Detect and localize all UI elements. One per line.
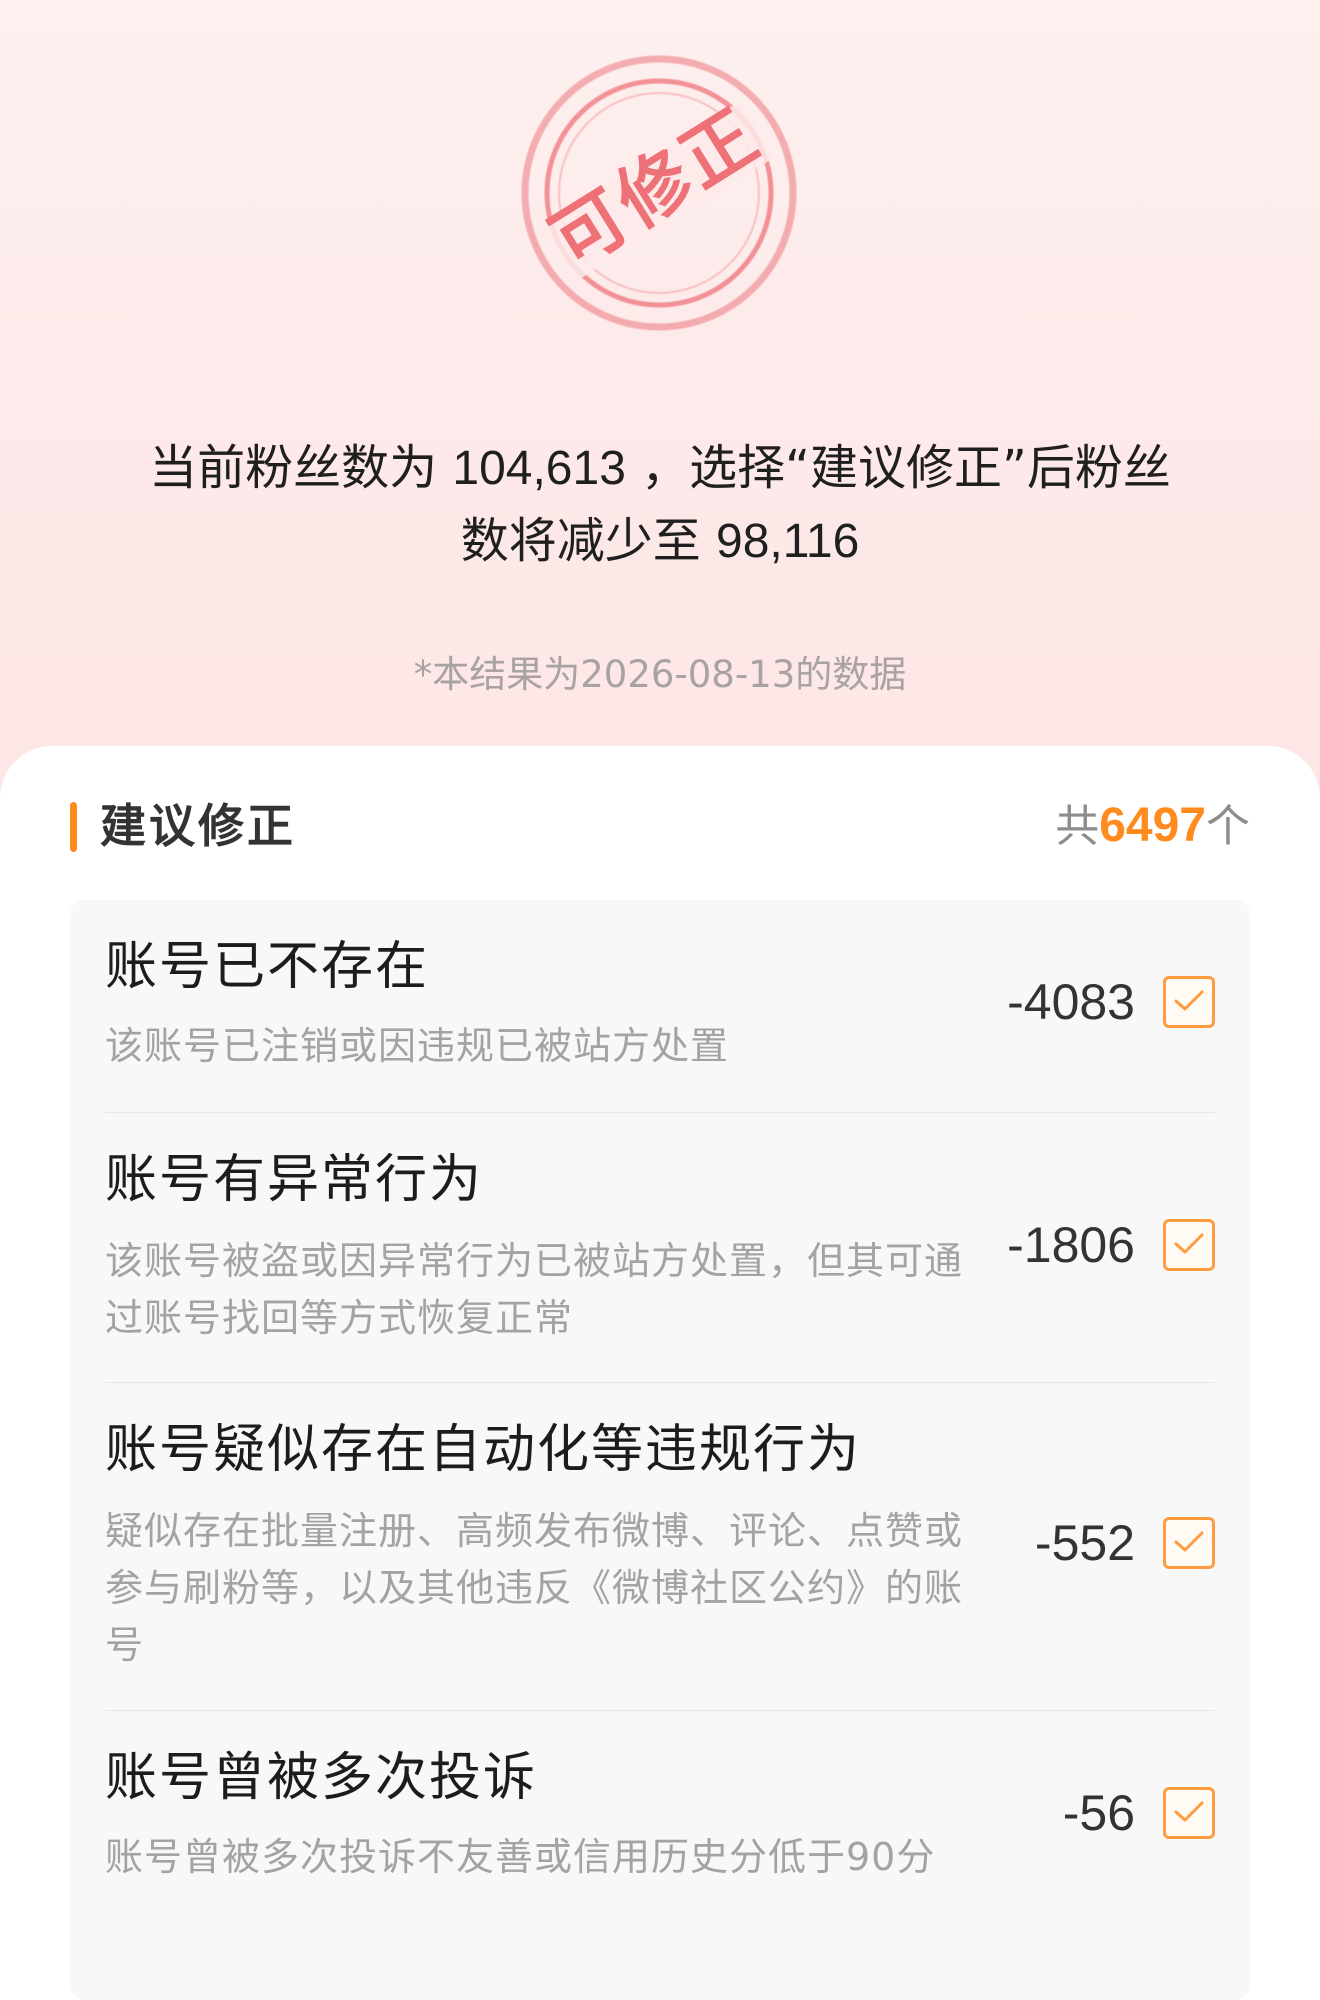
summary-label-2: ，选择“建议修正”后粉丝 (641, 440, 1171, 496)
correction-list: 账号已不存在 该账号已注销或因违规已被站方处置 -4083 账号有异常行为 该账… (70, 900, 1250, 2000)
check-icon (1174, 1531, 1204, 1552)
fans-summary: 当前粉丝数为 104,613 ，选择“建议修正”后粉丝 数将减少至 98,116 (60, 432, 1260, 578)
resulting-fans-count: 98,116 (716, 515, 860, 568)
item-desc: 该账号被盗或因异常行为已被站方处置，但其可通过账号找回等方式恢复正常 (105, 1239, 964, 1340)
section-title: 建议修正 (100, 799, 296, 853)
item-checkbox[interactable] (1163, 1517, 1215, 1569)
list-item: 账号已不存在 该账号已注销或因违规已被站方处置 -4083 (105, 900, 1215, 1112)
list-item: 账号有异常行为 该账号被盗或因异常行为已被站方处置，但其可通过账号找回等方式恢复… (105, 1112, 1215, 1383)
accent-bar (70, 802, 77, 852)
total-suffix: 个 (1206, 801, 1250, 852)
section-header: 建议修正 共6497个 (70, 746, 1250, 908)
item-value: -4083 (1007, 974, 1135, 1030)
item-title: 账号疑似存在自动化等违规行为 (105, 1420, 862, 1480)
list-item: 账号疑似存在自动化等违规行为 疑似存在批量注册、高频发布微博、评论、点赞或参与刷… (105, 1382, 1215, 1711)
item-title: 账号曾被多次投诉 (105, 1748, 538, 1808)
summary-label: 当前粉丝数为 (149, 440, 438, 496)
correction-card: 建议修正 共6497个 账号已不存在 该账号已注销或因违规已被站方处置 -408… (0, 746, 1320, 2000)
data-date-note: *本结果为2026-08-13的数据 (413, 653, 907, 696)
current-fans-count: 104,613 (452, 442, 626, 495)
item-checkbox[interactable] (1163, 1787, 1215, 1839)
item-value: -552 (1034, 1515, 1135, 1571)
correctable-stamp: 可修正 (521, 55, 797, 331)
item-desc: 账号曾被多次投诉不友善或信用历史分低于90分 (105, 1835, 936, 1879)
total-prefix: 共 (1055, 801, 1100, 852)
item-checkbox[interactable] (1163, 1219, 1215, 1271)
item-desc: 该账号已注销或因违规已被站方处置 (105, 1024, 730, 1068)
item-title: 账号已不存在 (105, 937, 430, 997)
item-value: -56 (1062, 1785, 1135, 1841)
check-icon (1174, 1801, 1204, 1822)
item-value: -1806 (1007, 1217, 1135, 1273)
total-number: 6497 (1099, 799, 1206, 852)
hero-section: 可修正 当前粉丝数为 104,613 ，选择“建议修正”后粉丝 数将减少至 98… (0, 0, 1320, 800)
list-item: 账号曾被多次投诉 账号曾被多次投诉不友善或信用历史分低于90分 -56 (105, 1710, 1215, 1911)
check-icon (1174, 990, 1204, 1011)
item-title: 账号有异常行为 (105, 1150, 484, 1210)
item-checkbox[interactable] (1163, 976, 1215, 1028)
item-desc: 疑似存在批量注册、高频发布微博、评论、点赞或参与刷粉等，以及其他违反《微博社区公… (105, 1509, 964, 1667)
total-count: 共6497个 (1055, 794, 1250, 859)
check-icon (1174, 1233, 1204, 1254)
summary-label-3: 数将减少至 (460, 513, 701, 569)
